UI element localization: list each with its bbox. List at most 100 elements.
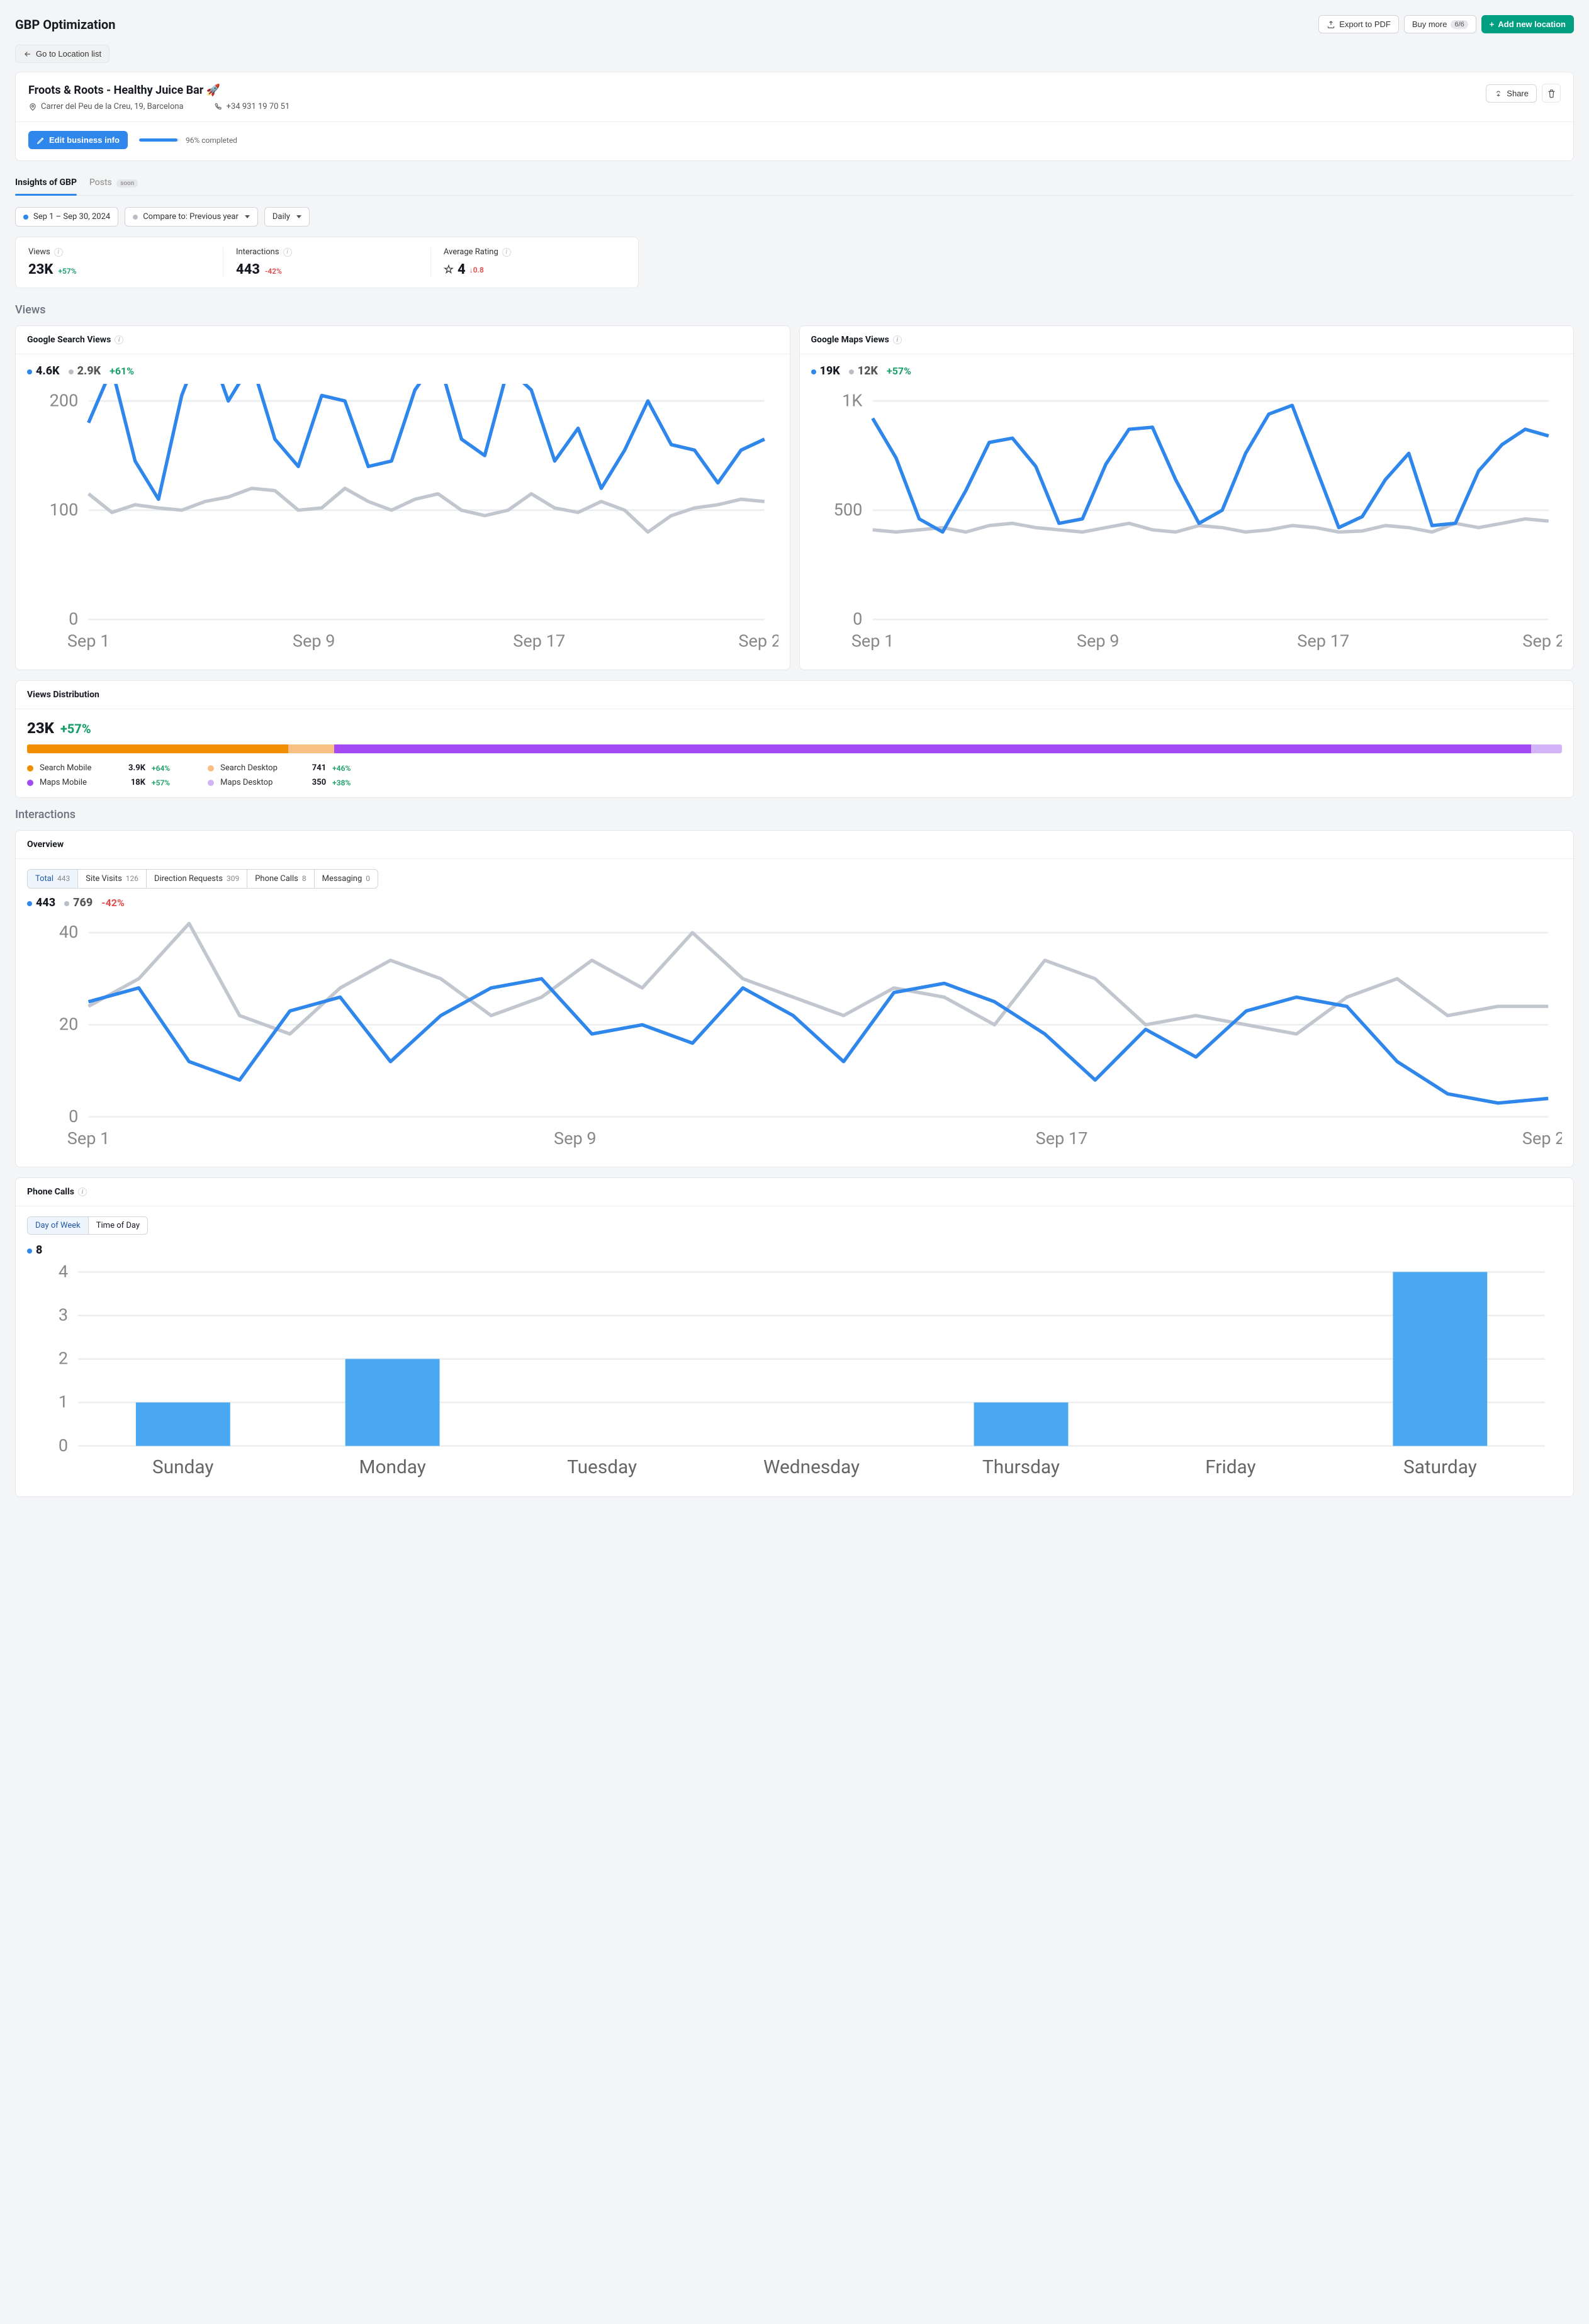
overview-tab-count: 8 [302, 874, 306, 883]
stat-rating-delta: ↓0.8 [469, 266, 484, 274]
svg-text:Wednesday: Wednesday [763, 1456, 860, 1478]
granularity-dropdown[interactable]: Daily [264, 207, 310, 227]
info-icon[interactable]: i [54, 248, 63, 257]
tab-insights[interactable]: Insights of GBP [15, 171, 77, 195]
svg-text:Monday: Monday [359, 1456, 426, 1478]
phone-calls-tab-dow[interactable]: Day of Week [28, 1217, 89, 1234]
stat-views-delta: +57% [58, 267, 76, 276]
date-range-text: Sep 1 – Sep 30, 2024 [33, 212, 110, 222]
dist-legend-name: Maps Desktop [220, 778, 289, 787]
overview-tab[interactable]: Phone Calls 8 [247, 870, 314, 888]
info-icon[interactable]: i [893, 335, 902, 344]
maps-views-primary: 19K [820, 364, 840, 378]
back-to-location-list-button[interactable]: Go to Location list [15, 45, 109, 63]
star-icon: ☆ [444, 263, 454, 276]
views-dist-bar [27, 744, 1562, 753]
edit-business-info-button[interactable]: Edit business info [28, 131, 128, 149]
svg-text:0: 0 [59, 1435, 68, 1456]
page-title: GBP Optimization [15, 17, 115, 32]
dot-icon [64, 901, 69, 906]
section-title-views: Views [15, 303, 1574, 317]
buy-more-label: Buy more [1412, 20, 1447, 29]
overview-tab-label: Direction Requests [154, 874, 223, 884]
tab-posts-label: Posts [89, 177, 112, 188]
export-pdf-button[interactable]: Export to PDF [1318, 15, 1399, 33]
svg-text:Sep 25: Sep 25 [738, 631, 778, 651]
buy-more-button[interactable]: Buy more 6/6 [1404, 15, 1476, 33]
dot-icon [23, 215, 28, 220]
dot-icon [849, 369, 854, 374]
overview-tab-count: 443 [57, 874, 70, 883]
overview-tab-count: 126 [126, 874, 138, 883]
dist-legend-name: Search Mobile [40, 763, 109, 773]
info-icon[interactable]: i [283, 248, 292, 257]
overview-tab-count: 309 [227, 874, 239, 883]
overview-tab[interactable]: Site Visits 126 [78, 870, 147, 888]
maps-views-chart: 05001KSep 1Sep 9Sep 17Sep 25 [811, 384, 1563, 657]
svg-text:Sep 17: Sep 17 [1297, 631, 1349, 651]
search-views-title: Google Search Views [27, 335, 111, 345]
stat-interactions-label: Interactions [236, 247, 279, 257]
svg-text:Sep 1: Sep 1 [67, 631, 110, 651]
location-phone-text: +34 931 19 70 51 [227, 102, 290, 111]
overview-tab[interactable]: Total443 [28, 870, 78, 888]
overview-tab-label: Site Visits [86, 874, 122, 884]
compare-dropdown[interactable]: Compare to: Previous year [125, 207, 258, 227]
maps-views-card: Google Maps Views i 19K 12K +57% 05001KS… [799, 325, 1575, 670]
stat-views-value: 23K [28, 262, 53, 278]
add-location-button[interactable]: + Add new location [1481, 15, 1574, 33]
tab-posts[interactable]: Posts soon [89, 171, 138, 195]
phone-calls-tab-tod[interactable]: Time of Day [89, 1217, 147, 1234]
dist-legend-value: 18K [115, 778, 145, 787]
dist-legend-row: Maps Mobile18K+57% [27, 778, 170, 787]
search-views-primary: 4.6K [36, 364, 60, 378]
chevron-down-icon [296, 215, 301, 218]
dist-legend-value: 350 [296, 778, 326, 787]
svg-text:Sep 1: Sep 1 [67, 1128, 110, 1148]
overview-tab[interactable]: Messaging 0 [315, 870, 378, 888]
share-button[interactable]: Share [1486, 84, 1537, 103]
svg-text:Sep 17: Sep 17 [513, 631, 565, 651]
overview-tab-count: 0 [366, 874, 370, 883]
chevron-down-icon [245, 215, 250, 218]
date-range-picker[interactable]: Sep 1 – Sep 30, 2024 [15, 207, 118, 227]
section-title-interactions: Interactions [15, 808, 1574, 821]
overview-tab-label: Phone Calls [255, 874, 298, 884]
info-icon[interactable]: i [502, 248, 511, 257]
svg-text:Sep 9: Sep 9 [554, 1128, 597, 1148]
dist-segment [1531, 744, 1562, 753]
svg-text:2: 2 [59, 1349, 68, 1369]
delete-location-button[interactable] [1542, 84, 1561, 103]
overview-tab-label: Messaging [322, 874, 362, 884]
svg-text:Sunday: Sunday [152, 1456, 213, 1478]
info-icon[interactable]: i [115, 335, 123, 344]
location-address: Carrer del Peu de la Creu, 19, Barcelona [28, 102, 184, 111]
maps-views-delta: +57% [887, 365, 911, 377]
phone-calls-title: Phone Calls [27, 1187, 74, 1197]
dist-legend-row: Search Desktop741+46% [208, 763, 351, 773]
overview-tab[interactable]: Direction Requests 309 [147, 870, 247, 888]
dot-icon [27, 369, 32, 374]
granularity-text: Daily [272, 212, 290, 222]
views-dist-total: 23K [27, 719, 54, 737]
phone-calls-chart: 01234SundayMondayTuesdayWednesdayThursda… [27, 1262, 1562, 1483]
dist-legend-pct: +57% [152, 778, 170, 787]
svg-text:Sep 25: Sep 25 [1522, 1128, 1562, 1148]
dist-legend-value: 741 [296, 763, 326, 773]
overview-tabs: Total443 Site Visits 126 Direction Requests… [27, 869, 378, 889]
dot-icon [27, 901, 32, 906]
info-icon[interactable]: i [78, 1187, 87, 1196]
svg-text:Friday: Friday [1205, 1456, 1255, 1478]
svg-text:Tuesday: Tuesday [567, 1456, 637, 1478]
overview-card: Overview Total443Site Visits126Direction… [15, 830, 1574, 1167]
svg-text:Thursday: Thursday [982, 1456, 1060, 1478]
phone-calls-total: 8 [36, 1243, 42, 1257]
svg-text:1K: 1K [842, 390, 863, 410]
stat-rating-label: Average Rating [444, 247, 498, 257]
svg-text:0: 0 [69, 609, 78, 629]
search-views-delta: +61% [109, 365, 134, 377]
search-views-secondary: 2.9K [77, 364, 101, 378]
plus-icon: + [1490, 20, 1495, 29]
svg-text:40: 40 [59, 922, 78, 942]
svg-text:Sep 1: Sep 1 [851, 631, 894, 651]
